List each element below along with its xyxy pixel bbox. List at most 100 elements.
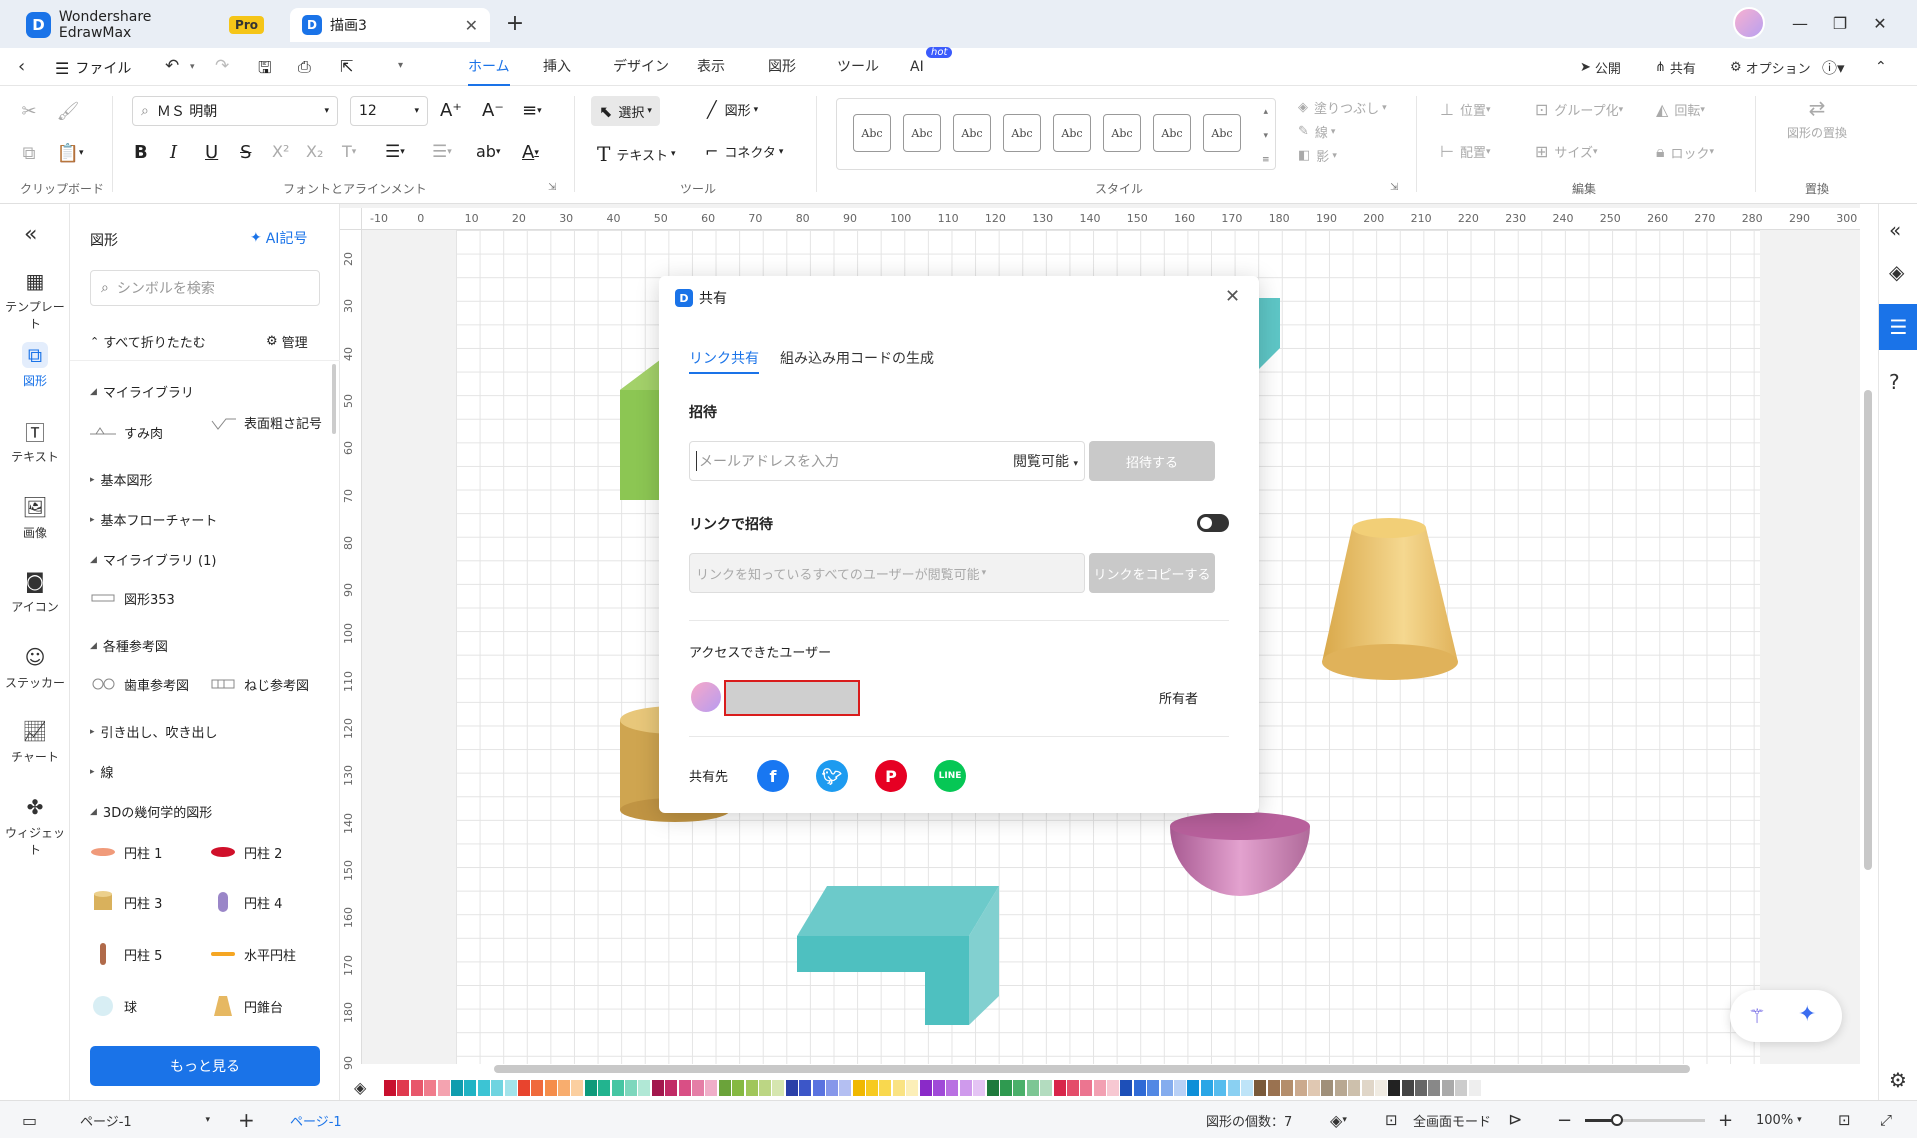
add-page-icon[interactable]: + [238, 1101, 255, 1139]
publish-button[interactable]: ➤ 公開 [1580, 48, 1621, 86]
pinterest-icon[interactable]: P [875, 760, 907, 792]
align-button[interactable]: ⊢ 配置 ▾ [1440, 142, 1490, 161]
shape-item[interactable]: 球 [90, 996, 137, 1016]
tab-embed-code[interactable]: 組み込み用コードの生成 [780, 348, 934, 368]
collapse-panel-icon[interactable]: « [24, 222, 37, 247]
superscript-icon[interactable]: X² [272, 142, 289, 161]
color-swatch[interactable] [598, 1080, 611, 1096]
color-swatch[interactable] [973, 1080, 986, 1096]
text-tool-button[interactable]: T テキスト ▾ [597, 142, 676, 166]
color-swatch[interactable] [1066, 1080, 1079, 1096]
color-swatch[interactable] [772, 1080, 785, 1096]
color-swatch[interactable] [571, 1080, 584, 1096]
color-swatch[interactable] [1093, 1080, 1106, 1096]
rotate-button[interactable]: ◭ 回転 ▾ [1656, 100, 1705, 119]
category-my-library-1[interactable]: ◢ マイライブラリ (1) [90, 550, 216, 569]
rail-charts[interactable]: 📈︎ チャート [0, 718, 70, 765]
help-icon[interactable]: ? [1889, 370, 1900, 394]
category-basic-flowchart[interactable]: ▸ 基本フローチャート [90, 510, 217, 529]
color-swatch[interactable] [852, 1080, 865, 1096]
style-dialog-launcher-icon[interactable]: ⇲ [1390, 182, 1398, 193]
page-tab-active[interactable]: ページ-1 [290, 1101, 342, 1139]
color-swatch[interactable] [691, 1080, 704, 1096]
rail-shapes[interactable]: ⧉ 図形 [0, 342, 70, 389]
tab-shape[interactable]: 図形 [768, 48, 796, 86]
fill-tool-icon[interactable]: ◈ [354, 1078, 366, 1097]
color-swatch[interactable] [1187, 1080, 1200, 1096]
shape-item[interactable]: 円柱 1 [90, 842, 162, 862]
color-swatch[interactable] [1200, 1080, 1213, 1096]
color-swatch[interactable] [866, 1080, 879, 1096]
teal-l-shape[interactable] [797, 886, 1007, 1026]
color-swatch[interactable] [477, 1080, 490, 1096]
permission-select[interactable]: 閲覧可能 ▾ [1013, 451, 1078, 471]
decrease-font-icon[interactable]: A⁻ [482, 100, 504, 121]
color-swatch[interactable] [718, 1080, 731, 1096]
color-swatch[interactable] [651, 1080, 664, 1096]
color-swatch[interactable] [611, 1080, 624, 1096]
color-swatch[interactable] [812, 1080, 825, 1096]
style-sample[interactable]: Abc [1003, 114, 1041, 152]
color-swatch[interactable] [933, 1080, 946, 1096]
redo-icon[interactable]: ↷ [215, 56, 229, 76]
style-sample[interactable]: Abc [853, 114, 891, 152]
tab-design[interactable]: デザイン [613, 48, 669, 86]
color-swatch[interactable] [799, 1080, 812, 1096]
subscript-icon[interactable]: X₂ [306, 142, 323, 161]
color-swatch[interactable] [410, 1080, 423, 1096]
cut-icon[interactable]: ✂ [18, 100, 40, 122]
color-swatch[interactable] [1415, 1080, 1428, 1096]
style-sample[interactable]: Abc [1053, 114, 1091, 152]
more-shapes-button[interactable]: もっと見る [90, 1046, 320, 1086]
export-icon[interactable]: ⇱ [340, 57, 353, 76]
color-swatch[interactable] [665, 1080, 678, 1096]
tab-ai[interactable]: AI [910, 48, 924, 86]
color-swatch[interactable] [1374, 1080, 1387, 1096]
underline-icon[interactable]: U [205, 142, 218, 163]
shape-item[interactable]: 表面粗さ記号 [210, 414, 330, 434]
tab-link-share[interactable]: リンク共有 [689, 348, 759, 374]
shape-item[interactable]: 円柱 4 [210, 892, 282, 912]
category-3d-geometry[interactable]: ◢ 3Dの幾何学的図形 [90, 802, 212, 821]
rail-image[interactable]: 🖼︎ 画像 [0, 494, 70, 541]
color-swatch[interactable] [1107, 1080, 1120, 1096]
shape-item[interactable]: 図形353 [90, 588, 175, 608]
facebook-icon[interactable]: f [757, 760, 789, 792]
color-swatch[interactable] [1227, 1080, 1240, 1096]
text-spacing-icon[interactable]: ab ▾ [476, 142, 501, 161]
color-swatch[interactable] [745, 1080, 758, 1096]
category-my-library[interactable]: ◢ マイライブラリ [90, 382, 194, 401]
fullscreen-button[interactable]: 全画面モード [1413, 1101, 1491, 1139]
format-painter-icon[interactable]: 🖌 [57, 100, 80, 122]
increase-font-icon[interactable]: A⁺ [440, 100, 462, 121]
color-swatch[interactable] [892, 1080, 905, 1096]
undo-dropdown-icon[interactable]: ▾ [190, 62, 195, 72]
color-swatch[interactable] [424, 1080, 437, 1096]
line-button[interactable]: ✎ 線 ▾ [1298, 122, 1335, 141]
link-invite-toggle[interactable] [1197, 514, 1229, 532]
color-swatch[interactable] [1401, 1080, 1414, 1096]
color-swatch[interactable] [464, 1080, 477, 1096]
color-swatch[interactable] [705, 1080, 718, 1096]
color-swatch[interactable] [1455, 1080, 1468, 1096]
shape-item[interactable]: 円柱 2 [210, 842, 282, 862]
select-tool-button[interactable]: ⬉ 選択 ▾ [591, 96, 660, 126]
new-tab-icon[interactable]: + [500, 10, 530, 36]
canvas-vertical-scrollbar[interactable] [1864, 390, 1872, 870]
shadow-button[interactable]: ◧ 影 ▾ [1298, 146, 1337, 165]
color-swatch[interactable] [1348, 1080, 1361, 1096]
color-swatch[interactable] [825, 1080, 838, 1096]
color-swatch[interactable] [638, 1080, 651, 1096]
text-align-icon[interactable]: ≡ ▾ [522, 100, 542, 121]
fit-page-icon[interactable]: ⊡ [1385, 1101, 1398, 1139]
panel-scrollbar[interactable] [332, 364, 336, 434]
fill-bucket-icon[interactable]: ◈ [1889, 260, 1904, 284]
color-swatch[interactable] [946, 1080, 959, 1096]
bold-icon[interactable]: B [134, 142, 148, 163]
color-swatch[interactable] [558, 1080, 571, 1096]
document-tab[interactable]: D 描画3 ✕ [290, 8, 490, 42]
position-button[interactable]: ⊥ 位置 ▾ [1440, 100, 1490, 119]
color-swatch[interactable] [625, 1080, 638, 1096]
settings-gear-icon[interactable]: ⚙ [1889, 1068, 1907, 1092]
color-swatch[interactable] [397, 1080, 410, 1096]
